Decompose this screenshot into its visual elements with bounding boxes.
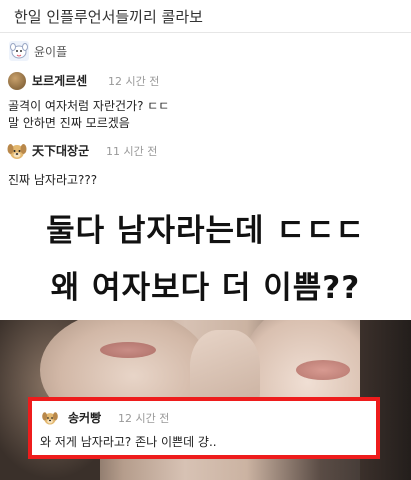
page-title: 한일 인플루언서들끼리 콜라보: [14, 8, 203, 26]
comment-line: 진짜 남자라고???: [8, 173, 98, 187]
brown-circle-avatar[interactable]: [8, 72, 26, 90]
comment-author[interactable]: 天下대장군: [32, 142, 89, 159]
comment-time: 12 시간 전: [118, 412, 170, 425]
comment-author[interactable]: 보르게르센: [32, 72, 87, 89]
comment-header: 天下대장군 11 시간 전: [0, 140, 300, 162]
dog-sticker-icon: [9, 41, 29, 61]
comment-line: 골격이 여자처럼 자란건가? ㄷㄷ: [8, 99, 170, 113]
comment-time: 11 시간 전: [106, 145, 158, 158]
comment-author[interactable]: 송커빵: [68, 409, 101, 426]
comment-header: 보르게르센 12 시간 전: [0, 70, 300, 92]
author-row[interactable]: 윤이플: [0, 40, 200, 62]
author-name: 윤이플: [34, 45, 68, 59]
title-bar: 한일 인플루언서들끼리 콜라보: [0, 0, 411, 33]
lips-left: [100, 342, 156, 358]
comment-time: 12 시간 전: [108, 75, 160, 88]
headline-line-1: 둘다 남자라는데 ㄷㄷㄷ: [46, 213, 365, 249]
featured-comment-box: 송커빵 12 시간 전 와 저게 남자라고? 존나 이쁜데 걍..: [28, 397, 380, 459]
headline-line-2: 왜 여자보다 더 이쁨??: [50, 270, 361, 306]
dog-avatar[interactable]: [40, 409, 60, 427]
comment-line: 말 안하면 진짜 모르겠음: [8, 116, 130, 130]
lips-right: [296, 360, 350, 380]
comment-text: 와 저게 남자라고? 존나 이쁜데 걍..: [40, 435, 217, 449]
dog-avatar[interactable]: [6, 140, 28, 162]
